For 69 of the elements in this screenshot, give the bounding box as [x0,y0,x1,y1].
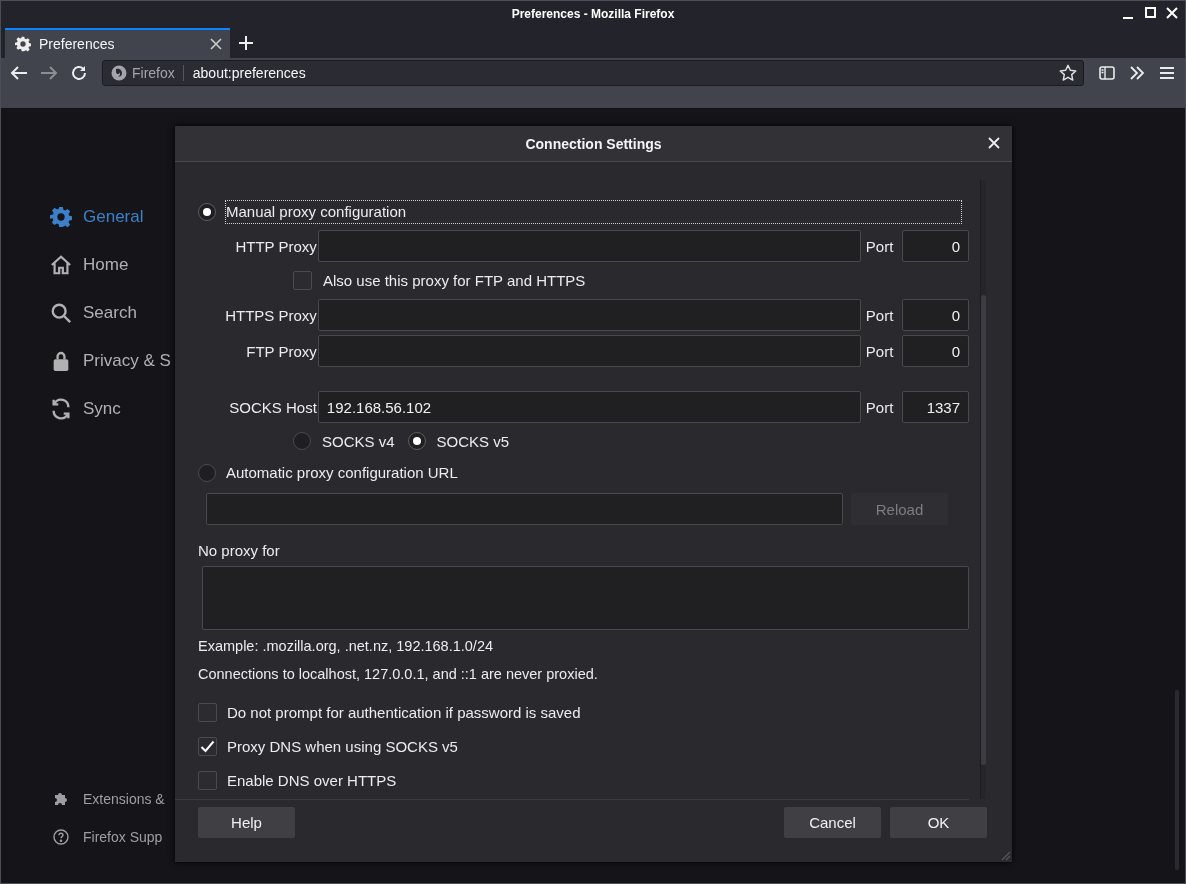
forward-arrow-icon[interactable] [40,65,58,81]
url-field[interactable] [206,493,843,525]
port-label: Port [865,342,895,360]
cancel-button[interactable]: Cancel [784,807,881,838]
field-label: HTTP Proxy [234,237,317,255]
radio-label[interactable]: Automatic proxy configuration URL [225,461,459,485]
browser-logo-icon [111,65,127,81]
port-field[interactable]: 0 [902,230,969,262]
radio-button[interactable] [407,432,426,450]
url-text: about:preferences [191,65,307,81]
sidebar-item[interactable]: Privacy & S [50,337,230,385]
reload-icon[interactable] [71,65,87,81]
port-label: Port [865,237,895,255]
help-icon [53,829,69,845]
gear-icon [50,206,72,228]
checkbox-label[interactable]: Proxy DNS when using SOCKS v5 [227,737,458,755]
host-field[interactable] [317,335,861,367]
menu-icon[interactable] [1159,66,1175,80]
radio-button[interactable] [198,464,216,482]
help-button[interactable]: Help [198,807,295,838]
gear-icon [15,36,31,52]
checkbox-label[interactable]: Also use this proxy for FTP and HTTPS [323,271,586,289]
port-field[interactable]: 1337 [902,391,969,423]
checkbox[interactable] [198,736,217,756]
identity-label: Firefox [132,65,175,81]
back-arrow-icon[interactable] [10,65,28,81]
port-field[interactable]: 0 [902,299,969,331]
sync-icon [50,398,72,420]
radio-label[interactable]: SOCKS v5 [436,432,510,450]
chevrons-icon[interactable] [1129,66,1145,80]
window-title: Preferences - Mozilla Firefox [511,7,675,21]
field-label: SOCKS Host [228,398,317,416]
checkbox-label[interactable]: Enable DNS over HTTPS [227,771,397,789]
radio-button[interactable] [293,432,311,450]
resize-grip-icon[interactable] [999,849,1011,861]
checkbox[interactable] [198,770,217,790]
port-label: Port [865,306,895,324]
field-label: HTTPS Proxy [224,306,317,324]
plus-icon[interactable] [238,35,254,51]
radio-label[interactable]: Manual proxy configuration [225,200,962,224]
sidebar-item[interactable]: Sync [50,385,230,433]
home-icon [50,254,72,276]
star-icon[interactable] [1059,64,1077,82]
sidebar-item[interactable]: Home [50,241,230,289]
checkbox[interactable] [293,270,312,290]
scrollbar[interactable] [980,180,986,799]
port-label: Port [865,398,895,416]
checkbox-label[interactable]: Do not prompt for authentication if password is saved [227,703,581,721]
address-bar[interactable]: Firefox about:preferences [102,60,1084,86]
port-field[interactable]: 0 [902,335,969,367]
sidebar-link[interactable]: Extensions & [50,788,230,810]
checkbox[interactable] [198,702,217,722]
section-label: No proxy for [198,541,280,559]
puzzle-icon [53,791,69,807]
close-icon[interactable] [210,38,222,50]
search-icon [50,302,72,324]
field-label: FTP Proxy [245,342,317,360]
dialog-title: Connection Settings [525,135,662,152]
maximize-icon[interactable] [1144,6,1156,20]
sidebar-icon[interactable] [1099,66,1115,80]
browser-tab[interactable]: Preferences [5,28,230,58]
host-field[interactable] [317,230,861,262]
hint-text: Example: .mozilla.org, .net.nz, 192.168.1.0/24 [198,638,493,654]
ok-button[interactable]: OK [890,807,987,838]
hint-text: Connections to localhost, 127.0.0.1, and ::1 are never proxied. [198,666,598,682]
host-field[interactable]: 192.168.56.102 [317,391,861,423]
host-field[interactable] [317,299,861,331]
radio-button[interactable] [198,203,216,221]
radio-label[interactable]: SOCKS v4 [322,432,395,450]
